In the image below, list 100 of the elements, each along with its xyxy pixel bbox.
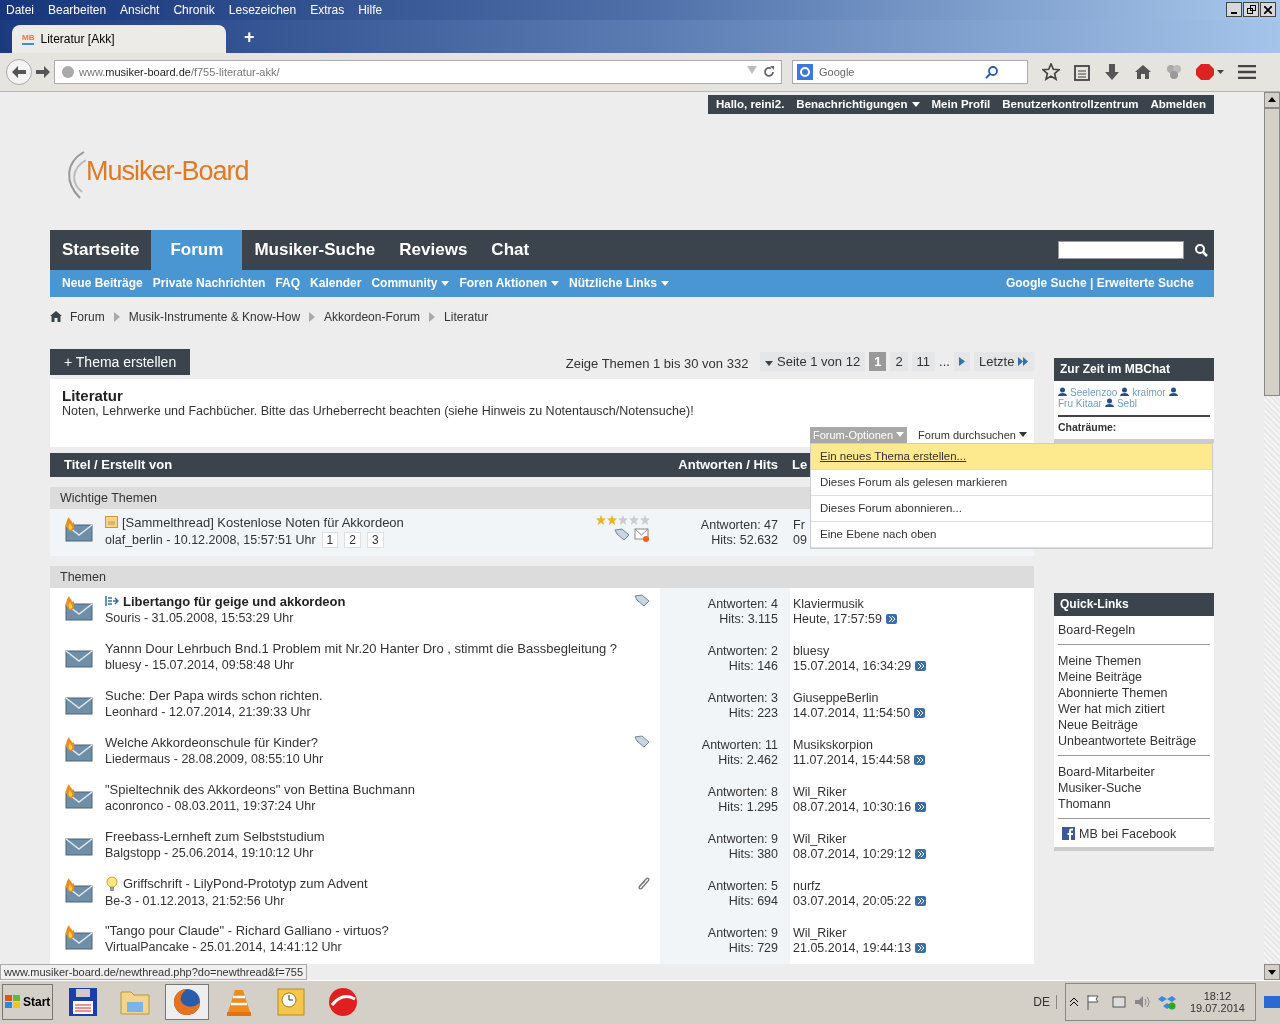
flag-icon[interactable] [1085,994,1102,1011]
search-bar[interactable]: Google [792,59,1028,84]
home-icon[interactable] [1134,63,1152,80]
go-to-post-icon[interactable] [915,848,927,859]
breadcrumb-link[interactable]: Musik-Instrumente & Know-How [128,309,301,324]
last-poster-link[interactable]: Musikskorpion [793,737,1034,752]
menu-item[interactable]: Extras [310,2,345,17]
last-poster-link[interactable]: bluesy [793,643,1034,658]
page-selector[interactable]: Seite 1 von 12 [760,352,866,372]
home-icon[interactable] [50,311,62,323]
quick-link[interactable]: Thomann [1058,795,1210,812]
go-to-post-icon[interactable] [914,754,926,765]
thread-row[interactable]: "Tango pour Claude" - Richard Galliano - virtuos? VirtualPancake - 25.01.2014, 14:41:12 Uhr Antworten: 9 Hits: 729 Wil_Riker 21.05.2014, 19:44:13 [50,916,1034,964]
next-page-button[interactable] [953,352,970,372]
rules-link[interactable]: Notentausch/Notensuche [545,403,686,418]
quick-link[interactable]: Unbeantwortete Beiträge [1058,732,1210,749]
scroll-up-icon[interactable] [1264,91,1280,108]
thread-starter[interactable]: olaf_berlin - 10.12.2008, 15:57:51 Uhr [105,532,316,547]
thread-row[interactable]: Freebass-Lernheft zum Selbststudium Balgstopp - 25.06.2014, 19:10:12 Uhr Antworten: 9 Hits: 380 Wil_Riker 08.07.2014, 10:29:12 [50,822,1034,870]
thread-starter[interactable]: aconronco - 08.03.2011, 19:37:24 Uhr [105,798,316,813]
user-menu-link[interactable]: Mein Profil [931,98,991,111]
page-link[interactable]: 11 [911,352,936,372]
menu-item[interactable]: Chronik [173,2,215,17]
download-icon[interactable] [1104,62,1120,81]
breadcrumb-link[interactable]: Literatur [444,309,489,324]
site-search-field[interactable] [1058,240,1184,259]
restore-button[interactable] [1243,2,1259,18]
thread-title-link[interactable]: Libertango für geige und akkordeon [123,593,346,609]
thread-starter[interactable]: Liedermaus - 28.08.2009, 08:55:10 Uhr [105,751,324,766]
thread-title-link[interactable]: [Sammelthread] Kostenlose Noten für Akkordeon [122,514,404,530]
thread-title-link[interactable]: "Tango pour Claude" - Richard Galliano - virtuos? [105,922,389,938]
thread-title-link[interactable]: Welche Akkordeonschule für Kinder? [105,734,318,750]
address-bar[interactable]: www.musiker-board.de/f755-literatur-akk/ [54,59,782,84]
nav-tab[interactable]: Musiker-Suche [242,229,388,270]
quick-link[interactable]: Board-Regeln [1058,621,1210,638]
thread-row[interactable]: Griffschrift - LilyPond-Prototyp zum Advent Be-3 - 01.12.2013, 21:52:56 Uhr Antworten: 5 Hits: 694 nurfz 03.07.2014, 20:05:22 [50,869,1034,917]
thread-starter[interactable]: VirtualPancake - 25.01.2014, 14:41:12 Uhr [105,939,342,954]
quick-link[interactable]: Abonnierte Themen [1058,684,1210,701]
nav-tab[interactable]: Reviews [387,229,480,270]
menu-icon[interactable] [1238,64,1256,79]
thread-row[interactable]: Yannn Dour Lehrbuch Bnd.1 Problem mit Nr.20 Hanter Dro , stimmt die Bassbegleitung ? bluesy - 15.07.2014, 09:58:48 Uhr Antworten: 2 Hits: 146 bluesy 15.07.2014, 16:34:29 [50,634,1034,682]
thread-row[interactable]: Suche: Der Papa wirds schon richten. Leonhard - 12.07.2014, 21:39:33 Uhr Antworten: 3 Hits: 223 GiuseppeBerlin 14.07.2014, 11:54:50 [50,681,1034,729]
page-link[interactable]: 3 [366,531,384,548]
forum-search-button[interactable]: Forum durchsuchen [915,426,1030,443]
menu-item[interactable]: Ansicht [120,2,160,17]
quick-link[interactable]: Board-Mitarbeiter [1058,763,1210,780]
last-poster-link[interactable]: nurfz [793,878,1034,893]
last-page-button[interactable]: Letzte [973,352,1034,372]
minimize-button[interactable] [1226,2,1242,18]
quick-link[interactable]: Neue Beiträge [1058,716,1210,733]
last-poster-link[interactable]: Wil_Riker [793,784,1034,799]
chevron-up-icon[interactable] [1069,998,1078,1007]
start-button[interactable]: Start [2,984,54,1021]
page-link[interactable]: 2 [344,531,361,548]
breadcrumb-link[interactable]: Forum [70,309,105,324]
menu-option[interactable]: Ein neues Thema erstellen... [811,443,1212,470]
unread-arrow-icon[interactable] [105,595,119,608]
last-poster-link[interactable]: GiuseppeBerlin [793,690,1034,705]
scroll-down-icon[interactable] [1264,963,1280,980]
quick-link[interactable]: Musiker-Suche [1058,779,1210,796]
nav-tab[interactable]: Chat [479,229,542,270]
nav-tab[interactable]: Startseite [50,229,152,270]
back-button[interactable] [6,58,32,85]
thread-starter[interactable]: Balgstopp - 25.06.2014, 19:10:12 Uhr [105,845,314,860]
last-poster-link[interactable]: Klaviermusik [793,596,1034,611]
breadcrumb-link[interactable]: Akkordeon-Forum [324,309,421,324]
show-desktop-icon[interactable] [1264,994,1280,1011]
go-to-post-icon[interactable] [885,613,897,624]
clock-time[interactable]: 18:12 [1203,990,1232,1003]
thread-title-link[interactable]: Freebass-Lernheft zum Selbststudium [105,828,325,844]
user-menu-link[interactable]: Hallo, reini2. [715,98,785,111]
user-menu-link[interactable]: Abmelden [1150,98,1206,111]
close-button[interactable] [1260,2,1276,18]
quick-link[interactable]: Meine Beiträge [1058,668,1210,685]
go-to-post-icon[interactable] [915,660,927,671]
thread-row[interactable]: "Spieltechnik des Akkordeons" von Bettina Buchmann aconronco - 08.03.2011, 19:37:24 Uhr Antworten: 8 Hits: 1.295 Wil_Riker 08.07.2014, 10:30:16 [50,775,1034,823]
go-to-post-icon[interactable] [915,801,927,812]
last-poster-link[interactable]: Wil_Riker [793,831,1034,846]
new-thread-button[interactable]: + Thema erstellen [50,348,191,375]
user-menu-link[interactable]: Benutzerkontrollzentrum [1002,98,1139,111]
column-header[interactable]: Titel / Erstellt von [50,457,660,473]
clipboard-icon[interactable] [1074,62,1090,81]
user-menu-link[interactable]: Benachrichtigungen [796,98,920,111]
page-link[interactable]: 2 [890,352,908,372]
thread-row[interactable]: Welche Akkordeonschule für Kinder? Liedermaus - 28.08.2009, 08:55:10 Uhr Antworten: 11 Hits: 2.462 Musikskorpion 11.07.2014, 15:44:58 [50,728,1034,776]
menu-item[interactable]: Bearbeiten [48,2,107,17]
thread-title-link[interactable]: Griffschrift - LilyPond-Prototyp zum Advent [123,876,368,892]
go-to-post-icon[interactable] [915,895,927,906]
clock-date[interactable]: 19.07.2014 [1189,1002,1245,1015]
facebook-link[interactable]: MB bei Facebook [1079,826,1177,841]
thread-title-link[interactable]: Yannn Dour Lehrbuch Bnd.1 Problem mit Nr.20 Hanter Dro , stimmt die Bassbegleitung ? [105,640,618,656]
menu-item[interactable]: Lesezeichen [228,2,297,17]
thread-title-link[interactable]: "Spieltechnik des Akkordeons" von Bettina Buchmann [105,781,415,797]
thread-starter[interactable]: Leonhard - 12.07.2014, 21:39:33 Uhr [105,704,311,719]
thread-row[interactable]: Libertango für geige und akkordeon Souris - 31.05.2008, 15:53:29 Uhr Antworten: 4 Hits: 3.115 Klaviermusik Heute, 17:57:59 [50,587,1034,635]
scroll-thumb[interactable] [1264,107,1280,396]
browser-tab[interactable]: MB Literatur [Akk] [12,25,226,54]
thread-title-link[interactable]: Suche: Der Papa wirds schon richten. [105,687,323,703]
forward-icon[interactable] [36,65,50,78]
language-indicator[interactable]: DE [1033,995,1057,1010]
